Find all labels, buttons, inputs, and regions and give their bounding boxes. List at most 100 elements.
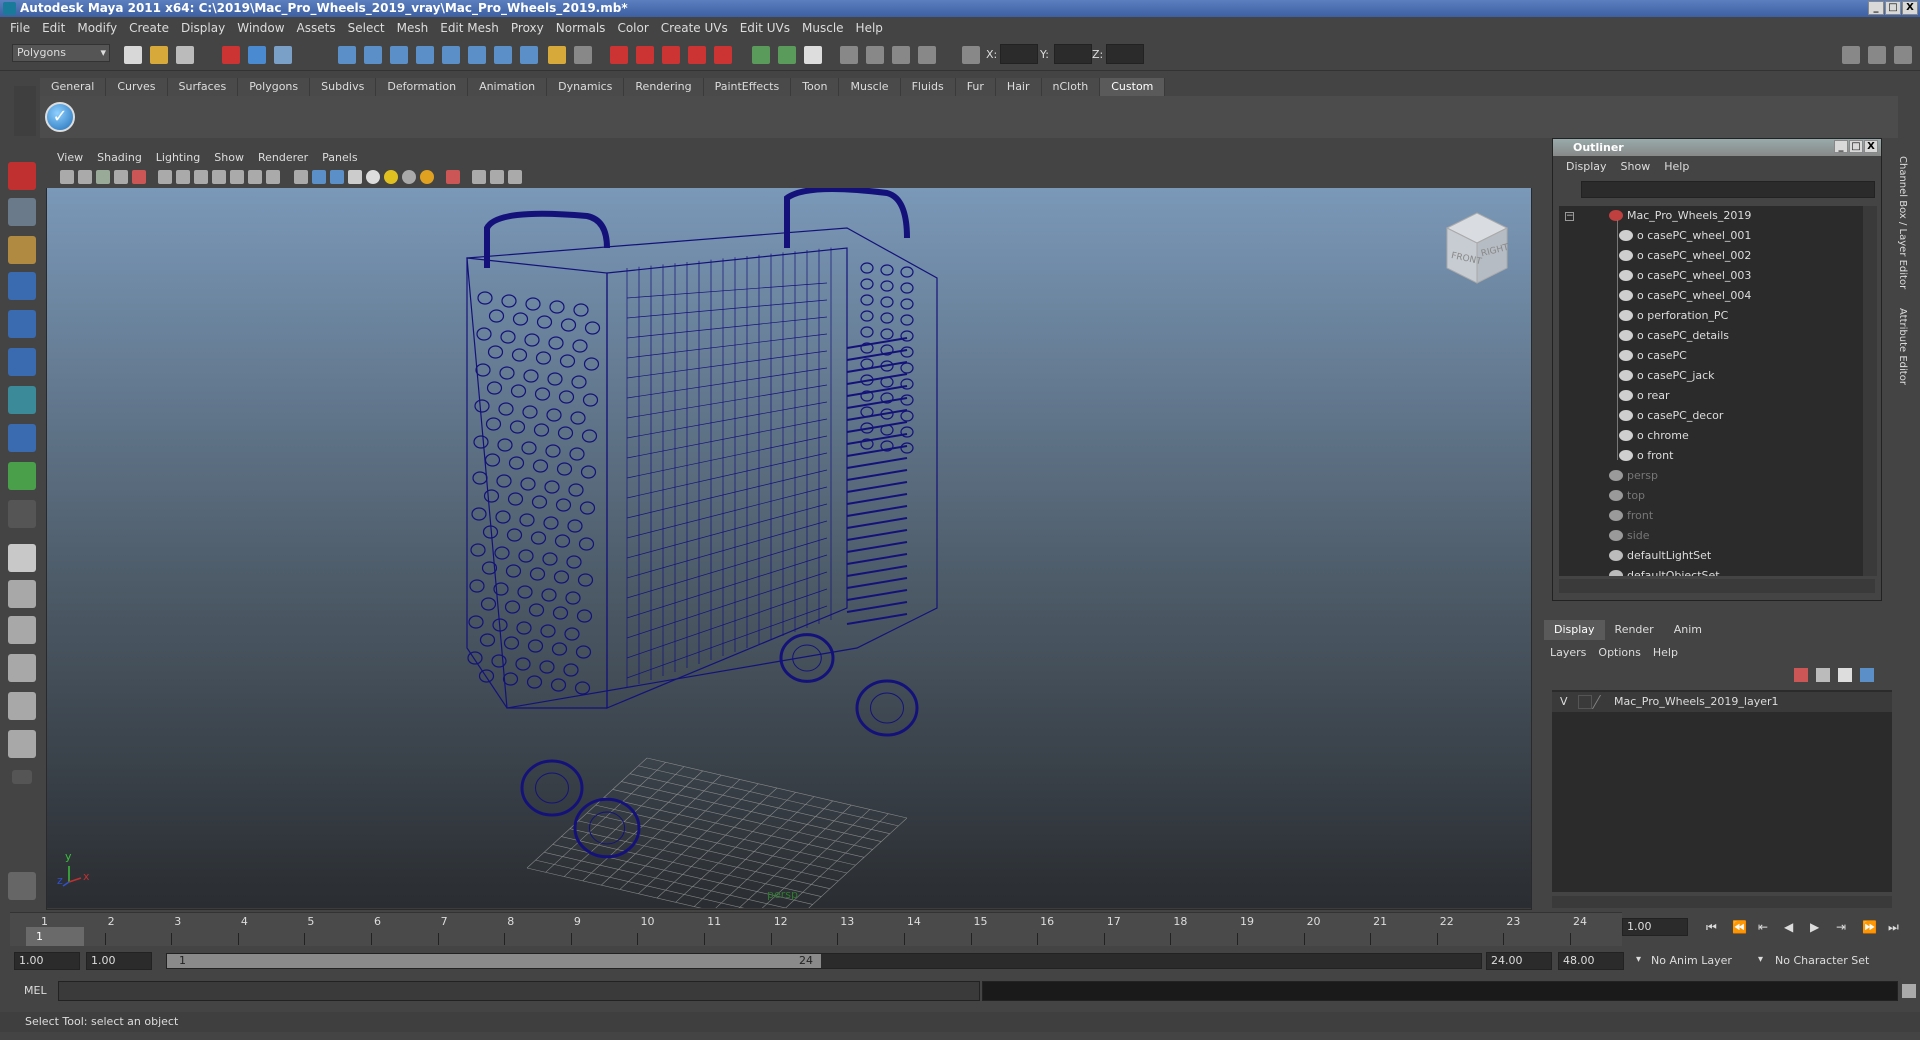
- attribute-editor-tab[interactable]: Attribute Editor: [1897, 308, 1908, 385]
- panel-menu-shading[interactable]: Shading: [90, 151, 149, 164]
- menu-edit[interactable]: Edit: [36, 21, 71, 35]
- panel-options-icon[interactable]: [508, 170, 522, 184]
- layout-more-icon[interactable]: [12, 770, 32, 784]
- new-scene-icon[interactable]: [124, 46, 142, 64]
- outliner-item[interactable]: o casePC: [1619, 346, 1687, 366]
- outliner-item[interactable]: o perforation_PC: [1619, 306, 1728, 326]
- high-quality-icon[interactable]: [402, 170, 416, 184]
- show-animation-icon[interactable]: [778, 46, 796, 64]
- menu-display[interactable]: Display: [175, 21, 231, 35]
- two-d-pan-icon[interactable]: [132, 170, 146, 184]
- move-layer-up-icon[interactable]: [1794, 668, 1808, 682]
- soft-mod-tool-icon[interactable]: [8, 424, 36, 452]
- outliner-close-button[interactable]: X: [1864, 140, 1878, 153]
- channel-layout-icon[interactable]: [1894, 46, 1912, 64]
- xray-joints-icon[interactable]: [472, 170, 486, 184]
- shelf-tab-general[interactable]: General: [40, 78, 107, 96]
- menu-normals[interactable]: Normals: [550, 21, 612, 35]
- rotate-tool-icon[interactable]: [8, 310, 36, 338]
- shelf-tab-toon[interactable]: Toon: [791, 78, 840, 96]
- render-frame-icon[interactable]: [610, 46, 628, 64]
- step-back-frame-icon[interactable]: ⇤: [1758, 920, 1768, 934]
- outliner-group-root[interactable]: Mac_Pro_Wheels_2019: [1609, 206, 1751, 226]
- playback-end-field[interactable]: 24.00: [1486, 952, 1552, 970]
- wireframe-icon[interactable]: [294, 170, 308, 184]
- graph-outliner-layout-icon[interactable]: [8, 730, 36, 758]
- menu-edit-mesh[interactable]: Edit Mesh: [434, 21, 505, 35]
- layer-name[interactable]: Mac_Pro_Wheels_2019_layer1: [1614, 692, 1779, 712]
- outliner-item[interactable]: o casePC_jack: [1619, 366, 1715, 386]
- panel-menu-panels[interactable]: Panels: [315, 151, 364, 164]
- layer-color-swatch[interactable]: [1591, 695, 1613, 709]
- layer-type-toggle[interactable]: [1578, 695, 1592, 709]
- step-forward-frame-icon[interactable]: ⇥: [1836, 920, 1846, 934]
- menu-muscle[interactable]: Muscle: [796, 21, 850, 35]
- menu-create[interactable]: Create: [123, 21, 175, 35]
- time-slider[interactable]: 1 2 3 4 5 6 7 8 9 10 11 12 13 14 15 16 17 18 19 20 21 22 23 24 1: [10, 912, 1622, 946]
- animation-end-field[interactable]: 48.00: [1558, 952, 1624, 970]
- manipulator-tool-icon[interactable]: [8, 386, 36, 414]
- layer-editor-icon[interactable]: [892, 46, 910, 64]
- snap-curve-icon[interactable]: [364, 46, 382, 64]
- range-slider-handle[interactable]: 1 24: [167, 954, 821, 968]
- character-set-dropdown[interactable]: No Character Set: [1770, 952, 1882, 970]
- current-frame-field[interactable]: 1.00: [1622, 918, 1688, 936]
- menu-window[interactable]: Window: [231, 21, 290, 35]
- script-editor-icon[interactable]: [8, 872, 36, 900]
- shelf-tab-curves[interactable]: Curves: [106, 78, 168, 96]
- menu-select[interactable]: Select: [342, 21, 391, 35]
- bookmarks-icon[interactable]: [96, 170, 110, 184]
- outliner-item[interactable]: o chrome: [1619, 426, 1689, 446]
- outliner-item[interactable]: o casePC_wheel_004: [1619, 286, 1751, 306]
- outliner-menu-show[interactable]: Show: [1614, 160, 1658, 173]
- outliner-title-bar[interactable]: Outliner _ □ X: [1553, 139, 1881, 156]
- step-back-key-icon[interactable]: ⏪: [1732, 920, 1747, 934]
- layer-menu-help[interactable]: Help: [1647, 646, 1684, 659]
- gate-mask-icon[interactable]: [212, 170, 226, 184]
- script-editor-button-icon[interactable]: [1902, 984, 1916, 998]
- menu-help[interactable]: Help: [850, 21, 889, 35]
- input-ops-icon[interactable]: [574, 46, 592, 64]
- channel-box-layer-editor-tab[interactable]: Channel Box / Layer Editor: [1897, 156, 1908, 289]
- outliner-item[interactable]: o casePC_details: [1619, 326, 1729, 346]
- outliner-item[interactable]: o casePC_decor: [1619, 406, 1723, 426]
- xray-icon[interactable]: [420, 170, 434, 184]
- outliner-item[interactable]: o casePC_wheel_002: [1619, 246, 1751, 266]
- snap-grid-icon[interactable]: [338, 46, 356, 64]
- maximize-button[interactable]: □: [1885, 1, 1901, 15]
- transform-mode-icon[interactable]: [962, 46, 980, 64]
- shadows-icon[interactable]: [384, 170, 398, 184]
- menu-edit-uvs[interactable]: Edit UVs: [734, 21, 796, 35]
- layer-menu-options[interactable]: Options: [1592, 646, 1646, 659]
- paint-select-tool-icon[interactable]: [8, 236, 36, 264]
- menu-create-uvs[interactable]: Create UVs: [655, 21, 734, 35]
- outliner-camera[interactable]: persp: [1609, 466, 1658, 486]
- smooth-shade-icon[interactable]: [312, 170, 326, 184]
- hypershade-icon[interactable]: [688, 46, 706, 64]
- attribute-editor-icon[interactable]: [804, 46, 822, 64]
- shelf-tab-deformation[interactable]: Deformation: [376, 78, 469, 96]
- outliner-camera[interactable]: top: [1609, 486, 1645, 506]
- film-gate-icon[interactable]: [176, 170, 190, 184]
- layer-tab-anim[interactable]: Anim: [1663, 620, 1712, 640]
- new-empty-layer-icon[interactable]: [1838, 668, 1852, 682]
- play-forwards-icon[interactable]: ▶: [1810, 920, 1819, 934]
- lasso-tool-icon[interactable]: [8, 198, 36, 226]
- shelf-tab-rendering[interactable]: Rendering: [624, 78, 704, 96]
- shelf-tab-dynamics[interactable]: Dynamics: [547, 78, 625, 96]
- save-scene-icon[interactable]: [176, 46, 194, 64]
- close-button[interactable]: X: [1902, 1, 1918, 15]
- panel-layout-icon[interactable]: [1842, 46, 1860, 64]
- outliner-menu-display[interactable]: Display: [1559, 160, 1614, 173]
- snap-view-icon[interactable]: [416, 46, 434, 64]
- panel-menu-show[interactable]: Show: [207, 151, 251, 164]
- grid-icon[interactable]: [158, 170, 172, 184]
- panel-menu-lighting[interactable]: Lighting: [149, 151, 207, 164]
- camera-attributes-icon[interactable]: [78, 170, 92, 184]
- persp-graph-layout-icon[interactable]: [8, 654, 36, 682]
- shelf-tab-muscle[interactable]: Muscle: [839, 78, 901, 96]
- shelf-tab-subdivs[interactable]: Subdivs: [310, 78, 377, 96]
- lock-icon[interactable]: [548, 46, 566, 64]
- panel-menu-view[interactable]: View: [50, 151, 90, 164]
- channel-box-icon[interactable]: [866, 46, 884, 64]
